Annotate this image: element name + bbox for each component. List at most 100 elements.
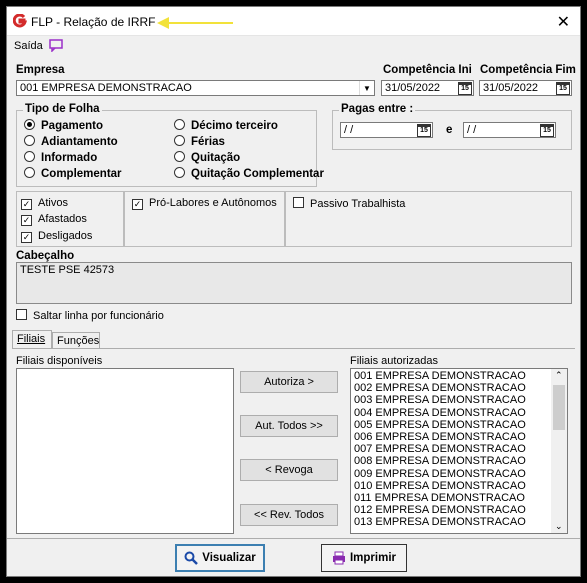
tipo-folha-label: Tipo de Folha <box>23 103 102 115</box>
title-bar: FLP - Relação de IRRF ✕ <box>7 7 580 36</box>
chevron-up-icon[interactable]: ⌃ <box>555 370 563 381</box>
tab-filiais[interactable]: Filiais <box>12 330 52 349</box>
cabecalho-label: Cabeçalho <box>16 250 75 262</box>
chevron-down-icon[interactable]: ⌄ <box>555 521 563 532</box>
competencia-ini-label: Competência Ini <box>383 64 472 76</box>
checkbox-afastados[interactable]: ✓ Afastados <box>21 213 87 226</box>
radio-informado[interactable]: Informado <box>24 151 97 164</box>
visualizar-label: Visualizar <box>202 552 256 564</box>
list-item[interactable]: 012 EMPRESA DEMONSTRACAO <box>351 504 567 516</box>
radio-icon <box>174 119 185 130</box>
filiais-disponiveis-list[interactable] <box>16 368 234 534</box>
radio-selected-icon <box>24 119 35 130</box>
close-icon[interactable]: ✕ <box>557 12 570 32</box>
magnifier-icon <box>184 551 199 565</box>
checkbox-label: Afastados <box>38 213 87 225</box>
list-item[interactable]: 011 EMPRESA DEMONSTRACAO <box>351 492 567 504</box>
check-icon: ✓ <box>21 215 32 226</box>
pagas-entre-from-value: / / <box>344 124 354 136</box>
check-icon: ✓ <box>21 199 32 210</box>
autoriza-button[interactable]: Autoriza > <box>240 371 338 393</box>
check-icon: ✓ <box>132 199 143 210</box>
radio-pagamento[interactable]: Pagamento <box>24 119 103 132</box>
radio-ferias[interactable]: Férias <box>174 135 225 148</box>
rev-todos-button[interactable]: << Rev. Todos <box>240 504 338 526</box>
menu-saida[interactable]: Saída <box>14 40 43 52</box>
radio-label: Pagamento <box>41 120 103 132</box>
list-item[interactable]: 009 EMPRESA DEMONSTRACAO <box>351 468 567 480</box>
list-item[interactable]: 008 EMPRESA DEMONSTRACAO <box>351 455 567 467</box>
window: FLP - Relação de IRRF ✕ Saída Empresa 00… <box>6 6 581 577</box>
radio-decimo-terceiro[interactable]: Décimo terceiro <box>174 119 278 132</box>
checkbox-label: Saltar linha por funcionário <box>33 310 164 322</box>
filiais-autorizadas-label: Filiais autorizadas <box>350 355 439 367</box>
checkbox-label: Pró-Labores e Autônomos <box>149 197 277 209</box>
chat-icon[interactable] <box>49 39 63 52</box>
checkbox-label: Ativos <box>38 197 68 209</box>
calendar-icon[interactable]: 15 <box>458 82 472 95</box>
calendar-icon[interactable]: 15 <box>540 124 554 137</box>
radio-quitacao[interactable]: Quitação <box>174 151 240 164</box>
list-item[interactable]: 006 EMPRESA DEMONSTRACAO <box>351 431 567 443</box>
list-item[interactable]: 001 EMPRESA DEMONSTRACAO <box>351 370 567 382</box>
radio-icon <box>174 167 185 178</box>
radio-quitacao-complementar[interactable]: Quitação Complementar <box>174 167 324 180</box>
app-logo-icon <box>13 14 27 28</box>
competencia-fim-label: Competência Fim <box>480 64 576 76</box>
imprimir-label: Imprimir <box>349 552 396 564</box>
printer-icon <box>332 551 345 565</box>
divider <box>7 538 580 539</box>
cabecalho-textarea[interactable]: TESTE PSE 42573 <box>16 262 572 304</box>
radio-icon <box>24 135 35 146</box>
radio-label: Complementar <box>41 168 122 180</box>
revoga-button[interactable]: < Revoga <box>240 459 338 481</box>
empresa-value: 001 EMPRESA DEMONSTRACAO <box>20 82 192 94</box>
list-item[interactable]: 003 EMPRESA DEMONSTRACAO <box>351 394 567 406</box>
list-item[interactable]: 013 EMPRESA DEMONSTRACAO <box>351 516 567 528</box>
pagas-entre-label: Pagas entre : <box>339 103 416 115</box>
radio-icon <box>174 151 185 162</box>
chevron-down-icon[interactable]: ▼ <box>359 81 374 95</box>
radio-icon <box>174 135 185 146</box>
radio-complementar[interactable]: Complementar <box>24 167 122 180</box>
tab-funcoes[interactable]: Funções <box>52 332 100 349</box>
calendar-icon[interactable]: 15 <box>556 82 570 95</box>
list-item[interactable]: 010 EMPRESA DEMONSTRACAO <box>351 480 567 492</box>
pagas-entre-and: e <box>446 124 453 136</box>
aut-todos-button[interactable]: Aut. Todos >> <box>240 415 338 437</box>
radio-label: Informado <box>41 152 98 164</box>
imprimir-button[interactable]: Imprimir <box>321 544 407 572</box>
check-icon: ✓ <box>21 232 32 243</box>
calendar-icon[interactable]: 15 <box>417 124 431 137</box>
scrollbar-thumb[interactable] <box>553 385 565 430</box>
checkbox-ativos[interactable]: ✓ Ativos <box>21 197 68 210</box>
checkbox-pro-labores[interactable]: ✓ Pró-Labores e Autônomos <box>132 197 277 210</box>
arrow-annotation-icon <box>157 17 233 29</box>
competencia-ini-value: 31/05/2022 <box>385 82 441 94</box>
radio-label: Quitação Complementar <box>191 168 324 180</box>
checkbox-desligados[interactable]: ✓ Desligados <box>21 230 92 243</box>
checkbox-empty-icon <box>293 197 304 208</box>
window-title: FLP - Relação de IRRF <box>31 15 156 29</box>
cabecalho-value: TESTE PSE 42573 <box>20 264 115 276</box>
list-item[interactable]: 004 EMPRESA DEMONSTRACAO <box>351 407 567 419</box>
empresa-label: Empresa <box>16 64 65 76</box>
list-item[interactable]: 007 EMPRESA DEMONSTRACAO <box>351 443 567 455</box>
checkbox-saltar-linha[interactable]: Saltar linha por funcionário <box>16 309 164 322</box>
radio-label: Férias <box>191 136 225 148</box>
list-item[interactable]: 002 EMPRESA DEMONSTRACAO <box>351 382 567 394</box>
radio-label: Adiantamento <box>41 136 118 148</box>
radio-icon <box>24 167 35 178</box>
filiais-disponiveis-label: Filiais disponíveis <box>16 355 103 367</box>
empresa-select[interactable]: 001 EMPRESA DEMONSTRACAO ▼ <box>16 80 375 96</box>
checkbox-passivo[interactable]: Passivo Trabalhista <box>293 197 405 210</box>
visualizar-button[interactable]: Visualizar <box>175 544 265 572</box>
checkbox-empty-icon <box>16 309 27 320</box>
checkbox-label: Desligados <box>38 230 93 242</box>
radio-adiantamento[interactable]: Adiantamento <box>24 135 118 148</box>
radio-label: Décimo terceiro <box>191 120 278 132</box>
list-item[interactable]: 005 EMPRESA DEMONSTRACAO <box>351 419 567 431</box>
filiais-autorizadas-list[interactable]: 001 EMPRESA DEMONSTRACAO 002 EMPRESA DEMO… <box>350 368 568 534</box>
scrollbar[interactable]: ⌃ ⌄ <box>551 369 567 533</box>
competencia-fim-value: 31/05/2022 <box>483 82 539 94</box>
